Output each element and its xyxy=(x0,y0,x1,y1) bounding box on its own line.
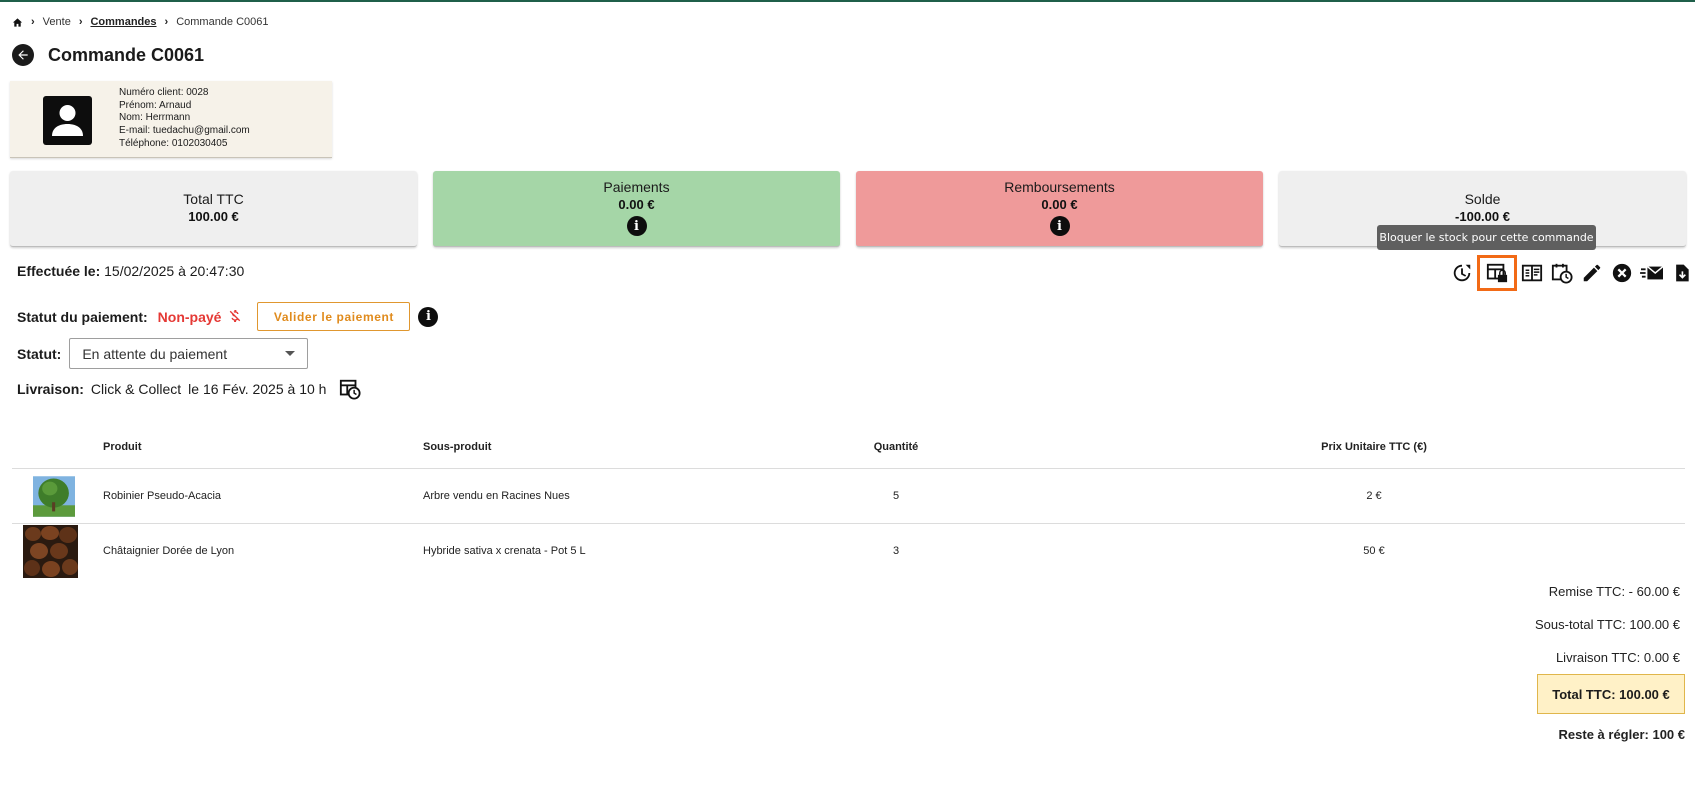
balance-card-value: -100.00 € xyxy=(1455,209,1510,224)
column-header-unit-price: Prix Unitaire TTC (€) xyxy=(1321,441,1427,453)
products-table: Produit Sous-produit Quantité Prix Unita… xyxy=(12,432,1685,579)
order-actions xyxy=(1447,255,1695,291)
breadcrumb-separator-icon: › xyxy=(31,16,35,28)
product-thumbnail-chestnut xyxy=(23,525,78,578)
breadcrumb-item-commandes[interactable]: Commandes xyxy=(90,16,156,28)
payments-card-value: 0.00 € xyxy=(618,197,655,212)
product-quantity: 5 xyxy=(892,490,900,502)
column-header-quantity: Quantité xyxy=(873,441,919,453)
total-card-value: 100.00 € xyxy=(188,209,239,224)
client-phone: Téléphone: 0102030405 xyxy=(119,137,228,149)
client-last-name: Nom: Herrmann xyxy=(119,112,191,124)
subtotal: Sous-total TTC: 100.00 € xyxy=(1534,617,1680,632)
home-icon[interactable] xyxy=(12,17,23,28)
remaining-amount: Reste à régler: 100 € xyxy=(1558,727,1685,742)
cancel-icon[interactable] xyxy=(1607,259,1637,287)
breadcrumb-item-current: Commande C0061 xyxy=(176,16,269,28)
table-row: Robinier Pseudo-Acacia Arbre vendu en Ra… xyxy=(12,469,1685,524)
breadcrumb-separator-icon: › xyxy=(164,16,169,28)
history-icon[interactable] xyxy=(1447,259,1477,287)
breadcrumb: › Vente › Commandes › Commande C0061 xyxy=(12,16,269,28)
delivery-date: le 16 Fév. 2025 à 10 h xyxy=(188,381,327,397)
lock-stock-icon[interactable] xyxy=(1477,255,1517,291)
action-tooltip: Bloquer le stock pour cette commande xyxy=(1377,225,1596,250)
info-icon[interactable]: i xyxy=(626,216,647,236)
money-off-icon xyxy=(227,308,243,327)
total-card-label: Total TTC xyxy=(183,191,244,207)
payments-card: Paiements 0.00 € i xyxy=(433,171,840,247)
subproduct-name: Arbre vendu en Racines Nues xyxy=(423,490,570,502)
chevron-down-icon xyxy=(285,351,296,356)
breadcrumb-separator-icon: › xyxy=(78,16,83,28)
client-first-name: Prénom: Arnaud xyxy=(119,99,192,111)
delivery-schedule-icon[interactable] xyxy=(339,378,361,400)
invoice-icon[interactable] xyxy=(1517,259,1547,287)
back-button[interactable] xyxy=(12,44,34,66)
schedule-icon[interactable] xyxy=(1547,259,1577,287)
payment-status-value: Non-payé xyxy=(157,308,222,325)
order-date-value: 15/02/2025 à 20:47:30 xyxy=(104,263,245,279)
delivery-total: Livraison TTC: 0.00 € xyxy=(1555,650,1680,665)
delivery-row: Livraison: Click & Collect le 16 Fév. 20… xyxy=(17,378,361,400)
download-icon[interactable] xyxy=(1667,259,1695,287)
status-label: Statut: xyxy=(17,345,62,362)
client-card: Numéro client: 0028 Prénom: Arnaud Nom: … xyxy=(10,81,332,158)
balance-card-label: Solde xyxy=(1464,191,1501,207)
table-row: Châtaignier Dorée de Lyon Hybride sativa… xyxy=(12,524,1685,579)
product-unit-price: 2 € xyxy=(1366,490,1382,502)
page-title: Commande C0061 xyxy=(48,44,205,65)
delivery-label: Livraison: xyxy=(17,381,84,397)
breadcrumb-item-vente[interactable]: Vente xyxy=(43,16,71,28)
email-icon[interactable] xyxy=(1637,259,1667,287)
user-avatar-icon xyxy=(43,96,92,145)
title-row: Commande C0061 xyxy=(12,44,204,66)
product-unit-price: 50 € xyxy=(1363,545,1385,557)
grand-total: Total TTC: 100.00 € xyxy=(1537,674,1685,714)
table-header: Produit Sous-produit Quantité Prix Unita… xyxy=(12,432,1685,469)
payment-status-row: Statut du paiement: Non-payé Valider le … xyxy=(17,302,439,331)
subproduct-name: Hybride sativa x crenata - Pot 5 L xyxy=(423,545,586,557)
refunds-card-value: 0.00 € xyxy=(1041,197,1078,212)
status-row: Statut: En attente du paiement xyxy=(17,338,309,369)
info-icon[interactable]: i xyxy=(1049,216,1070,236)
discount-total: Remise TTC: - 60.00 € xyxy=(1548,584,1680,599)
refunds-card: Remboursements 0.00 € i xyxy=(856,171,1263,247)
product-name: Châtaignier Dorée de Lyon xyxy=(103,545,235,557)
total-card: Total TTC 100.00 € xyxy=(10,171,417,247)
order-date: Effectuée le: 15/02/2025 à 20:47:30 xyxy=(17,263,244,279)
client-number: Numéro client: 0028 xyxy=(119,87,209,98)
arrow-left-icon xyxy=(18,50,28,60)
refunds-card-label: Remboursements xyxy=(1004,179,1115,195)
column-header-subproduct: Sous-produit xyxy=(423,441,492,453)
column-header-product: Produit xyxy=(103,441,142,453)
payment-status-label: Statut du paiement: xyxy=(17,308,148,325)
product-name: Robinier Pseudo-Acacia xyxy=(103,490,222,502)
product-quantity: 3 xyxy=(892,545,900,557)
status-select[interactable]: En attente du paiement xyxy=(69,338,309,369)
delivery-method: Click & Collect xyxy=(90,381,182,397)
payments-card-label: Paiements xyxy=(603,179,670,195)
status-select-value: En attente du paiement xyxy=(82,345,228,362)
product-thumbnail-tree xyxy=(33,476,75,517)
client-info: Numéro client: 0028 Prénom: Arnaud Nom: … xyxy=(119,87,250,151)
edit-icon[interactable] xyxy=(1577,259,1607,287)
order-date-label: Effectuée le: xyxy=(17,263,101,279)
validate-payment-button[interactable]: Valider le paiement xyxy=(257,302,411,331)
info-icon[interactable]: i xyxy=(418,306,439,327)
client-email: E-mail: tuedachu@gmail.com xyxy=(119,125,250,137)
